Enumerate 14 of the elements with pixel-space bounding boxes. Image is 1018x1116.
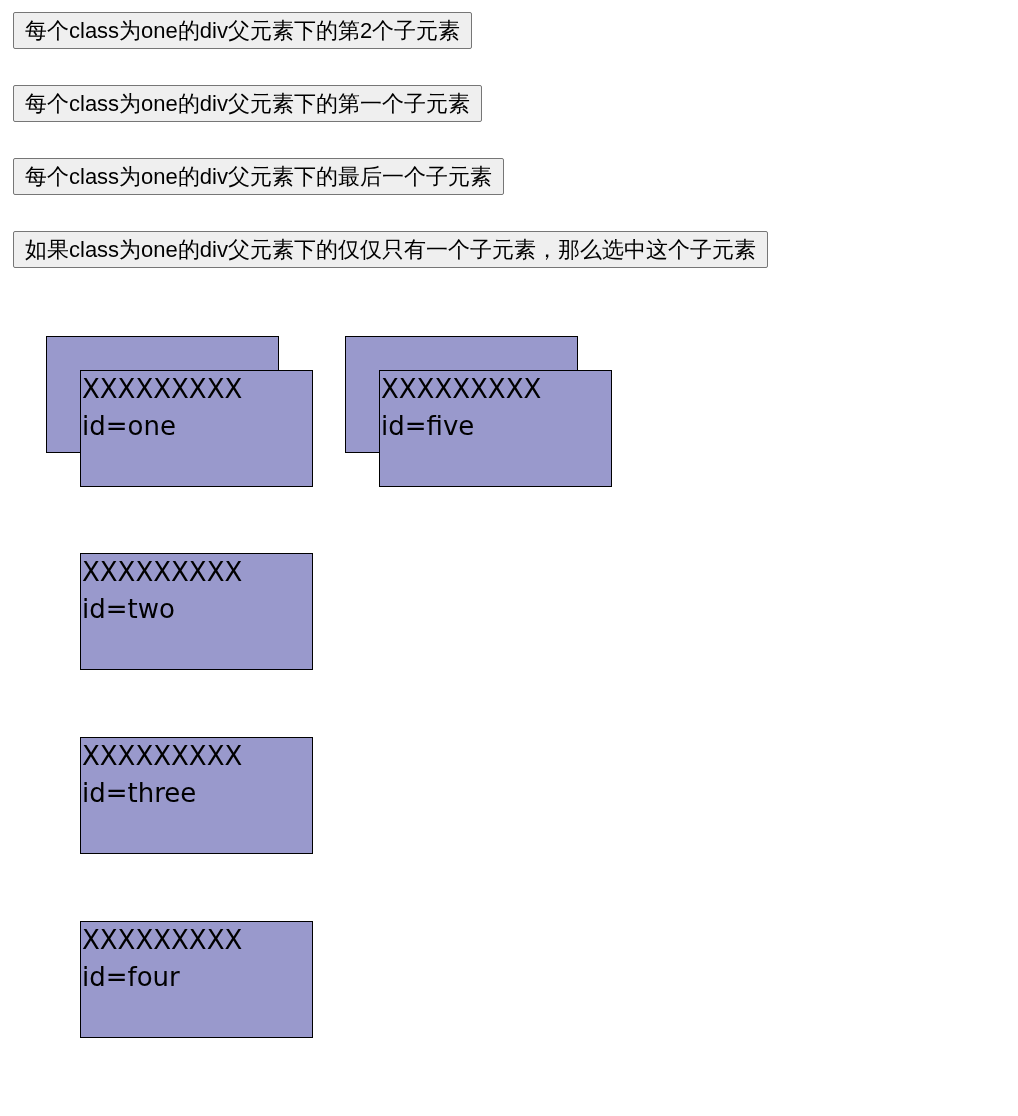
selector-button[interactable]: 每个class为one的div父元素下的第2个子元素: [13, 12, 473, 49]
selector-button[interactable]: 每个class为one的div父元素下的第一个子元素: [13, 85, 482, 122]
card-text: XXXXXXXXX: [380, 373, 542, 406]
selector-button[interactable]: 每个class为one的div父元素下的最后一个子元素: [13, 158, 504, 195]
card-text: XXXXXXXXX: [81, 373, 243, 406]
card-text: id=five: [380, 410, 475, 443]
card-text: id=three: [81, 777, 197, 810]
card-text: XXXXXXXXX: [81, 924, 243, 957]
card-text: id=four: [81, 961, 180, 994]
selector-button[interactable]: 如果class为one的div父元素下的仅仅只有一个子元素，那么选中这个子元素: [13, 231, 768, 268]
card-text: XXXXXXXXX: [81, 740, 243, 773]
card-text: XXXXXXXXX: [81, 556, 243, 589]
card-text: id=two: [81, 593, 175, 626]
card-text: id=one: [81, 410, 176, 443]
